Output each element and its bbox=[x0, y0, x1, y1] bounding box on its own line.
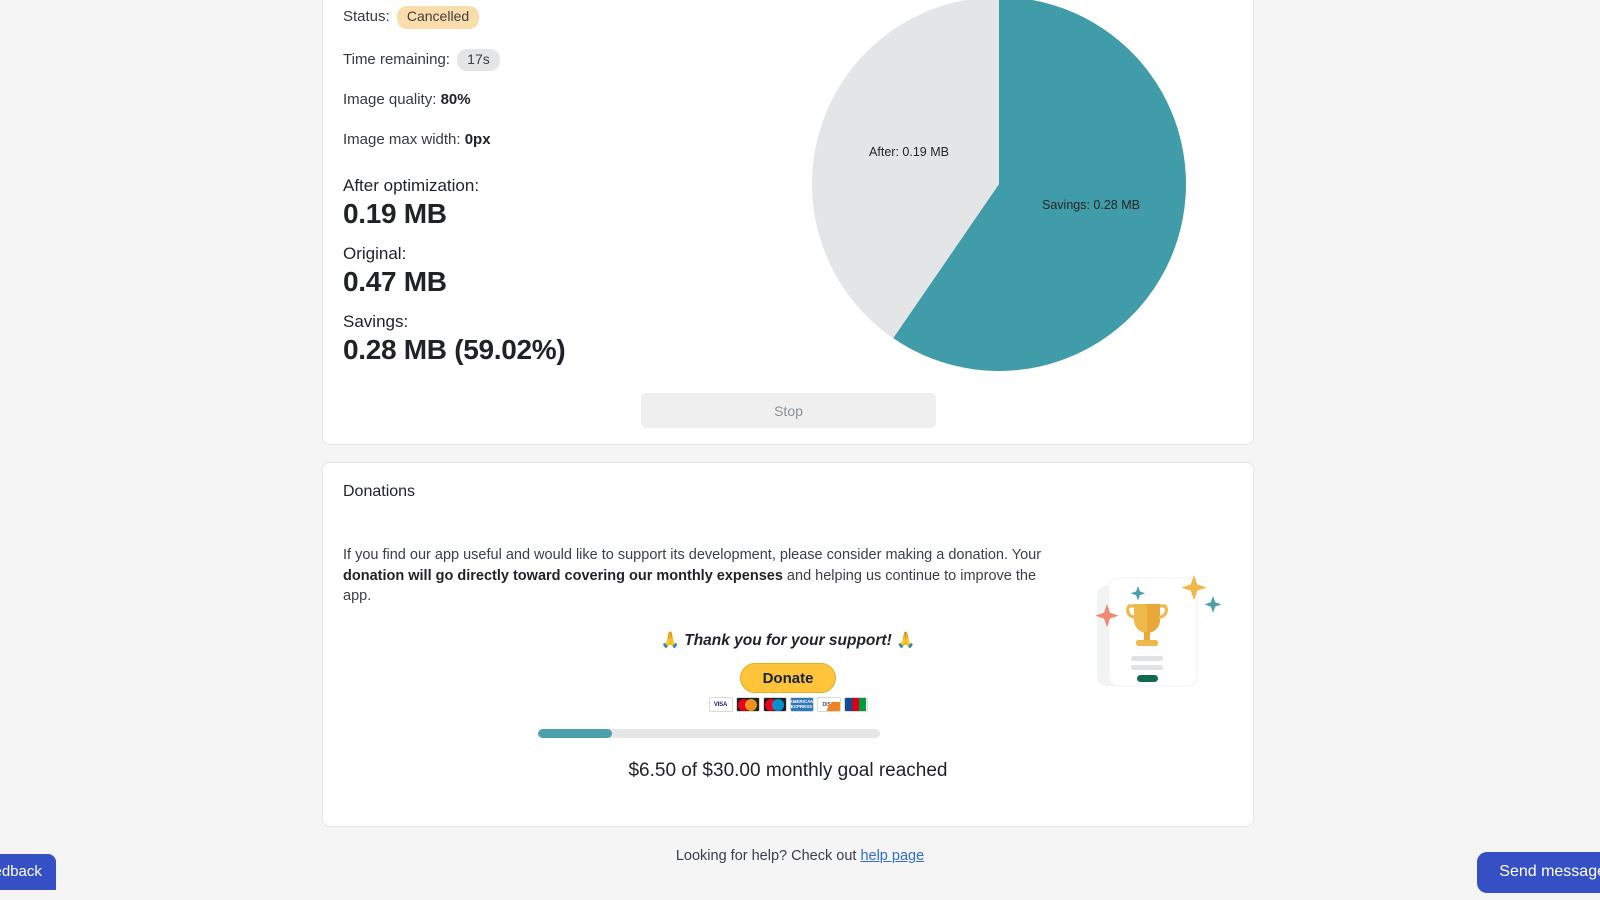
certificate-text-line-1 bbox=[1131, 656, 1163, 661]
optimization-results-card: Status: Cancelled Time remaining: 17s Im… bbox=[322, 0, 1254, 445]
image-quality-label: Image quality: bbox=[343, 91, 437, 108]
after-optimization-value: 0.19 MB bbox=[343, 198, 447, 230]
maestro-icon bbox=[762, 697, 787, 712]
jcb-icon bbox=[843, 697, 868, 712]
certificate-pill-button bbox=[1137, 675, 1158, 682]
image-max-width-label: Image max width: bbox=[343, 131, 461, 148]
donation-progress-bar bbox=[538, 729, 880, 738]
image-quality-value: 80% bbox=[440, 91, 471, 108]
stats-list: Status: Cancelled Time remaining: 17s Im… bbox=[343, 6, 723, 379]
pie-label-savings: Savings: 0.28 MB bbox=[1042, 198, 1140, 212]
savings-pie-chart: After: 0.19 MB Savings: 0.28 MB bbox=[811, 0, 1187, 372]
teal-sparkle-right-icon bbox=[1204, 596, 1222, 613]
savings-label: Savings: bbox=[343, 311, 409, 331]
discover-icon: DISC bbox=[816, 697, 841, 712]
donation-progress-fill bbox=[538, 729, 613, 738]
after-optimization-label: After optimization: bbox=[343, 176, 480, 195]
trophy-illustration-svg bbox=[1095, 575, 1222, 687]
praying-hands-icon-left: 🙏 bbox=[660, 632, 680, 649]
after-optimization-group: After optimization: 0.19 MB bbox=[343, 175, 723, 231]
mastercard-icon bbox=[735, 697, 760, 712]
pie-chart-svg: After: 0.19 MB Savings: 0.28 MB bbox=[811, 0, 1186, 371]
help-footer: Looking for help? Check out help page bbox=[0, 848, 1600, 864]
image-max-width-value: 0px bbox=[464, 131, 491, 148]
time-remaining-badge: 17s bbox=[457, 48, 500, 71]
donations-intro-part1: If you find our app useful and would lik… bbox=[343, 547, 1042, 563]
trophy-certificate-illustration bbox=[1091, 568, 1222, 703]
donate-button[interactable]: Donate bbox=[740, 663, 836, 693]
image-max-width-row: Image max width: 0px bbox=[343, 131, 723, 149]
status-label: Status: bbox=[343, 8, 390, 26]
help-page-link[interactable]: help page bbox=[860, 848, 924, 864]
status-badge: Cancelled bbox=[396, 6, 480, 29]
app-page: Status: Cancelled Time remaining: 17s Im… bbox=[0, 0, 1600, 900]
original-size-group: Original: 0.47 MB bbox=[343, 243, 723, 299]
savings-group: Savings: 0.28 MB (59.02%) bbox=[343, 311, 723, 367]
praying-hands-icon-right: 🙏 bbox=[896, 632, 916, 649]
feedback-tab[interactable]: Feedback bbox=[0, 854, 56, 890]
donations-intro-text: If you find our app useful and would lik… bbox=[343, 545, 1055, 607]
donations-intro-bold: donation will go directly toward coverin… bbox=[343, 567, 783, 584]
donations-card: Donations If you find our app useful and… bbox=[322, 462, 1254, 827]
certificate-text-line-2 bbox=[1131, 665, 1163, 670]
savings-value: 0.28 MB (59.02%) bbox=[343, 333, 566, 365]
image-quality-row: Image quality: 80% bbox=[343, 91, 723, 109]
stop-button[interactable]: Stop bbox=[641, 393, 936, 428]
time-remaining-row: Time remaining: 17s bbox=[343, 48, 723, 71]
original-size-value: 0.47 MB bbox=[343, 266, 447, 298]
donations-title: Donations bbox=[343, 483, 416, 500]
send-message-button[interactable]: Send message bbox=[1477, 852, 1600, 893]
visa-icon: VISA bbox=[708, 697, 733, 712]
pie-label-after: After: 0.19 MB bbox=[869, 145, 949, 159]
time-remaining-label: Time remaining: bbox=[343, 50, 450, 68]
help-footer-text: Looking for help? Check out bbox=[675, 848, 861, 864]
thank-you-text: Thank you for your support! bbox=[684, 632, 892, 649]
original-size-label: Original: bbox=[343, 243, 407, 263]
amex-icon: AMERICAN EXPRESS bbox=[789, 697, 814, 712]
donation-goal-text: $6.50 of $30.00 monthly goal reached bbox=[628, 760, 948, 781]
status-row: Status: Cancelled bbox=[343, 6, 723, 29]
